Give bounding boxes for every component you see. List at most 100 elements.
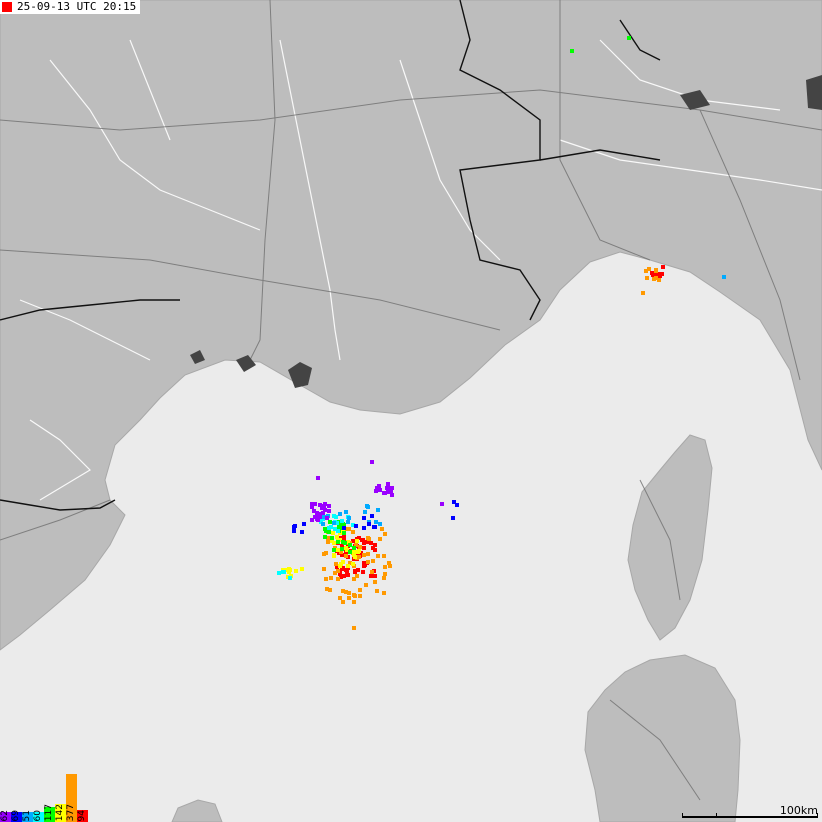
scale-bar-tick-mid [716, 813, 717, 818]
strike-dot [300, 567, 304, 571]
strike-dot [383, 565, 387, 569]
scale-bar: 100km [682, 804, 818, 820]
strike-dot [370, 570, 374, 574]
strike-dot [382, 576, 386, 580]
strike-dot [340, 519, 344, 523]
strike-dot [341, 589, 345, 593]
strike-dot [338, 596, 342, 600]
strike-dot [324, 577, 328, 581]
strike-dot [327, 509, 331, 513]
strike-dot [355, 539, 359, 543]
legend-label: 51 [22, 809, 32, 821]
strike-dot [369, 574, 373, 578]
strike-dot [338, 564, 342, 568]
strike-dot [363, 510, 367, 514]
strike-dot [294, 569, 298, 573]
strike-dot [355, 574, 359, 578]
strike-dot [362, 526, 366, 530]
strike-dot [357, 549, 361, 553]
strike-dot [383, 532, 387, 536]
scale-bar-tick-right [817, 813, 818, 818]
strike-dot [340, 547, 344, 551]
strike-dot [332, 553, 336, 557]
strike-dot [344, 546, 348, 550]
strike-dot [377, 484, 381, 488]
legend-label: 62 [0, 809, 10, 821]
strike-dot [371, 546, 375, 550]
strike-dot [322, 567, 326, 571]
strike-dot [336, 540, 340, 544]
legend-label: 142 [55, 803, 65, 821]
strike-dot [336, 577, 340, 581]
strike-dot [322, 504, 326, 508]
strike-dot [371, 559, 375, 563]
strike-dot [658, 272, 662, 276]
strike-dot [352, 600, 356, 604]
strike-dot [347, 596, 351, 600]
strike-dot [328, 520, 332, 524]
strike-dot [342, 526, 346, 530]
strike-dot [287, 567, 291, 571]
strike-dot [338, 512, 342, 516]
strike-dot [316, 476, 320, 480]
strike-dot [315, 511, 319, 515]
strike-dot [367, 522, 371, 526]
strike-dot [378, 537, 382, 541]
strike-dot [347, 516, 351, 520]
strike-dot [326, 540, 330, 544]
strike-dot [352, 550, 356, 554]
legend-label: 60 [33, 809, 43, 821]
strike-dot [342, 535, 346, 539]
strike-dot [323, 527, 327, 531]
strike-dot [334, 562, 338, 566]
strike-dot [376, 508, 380, 512]
strike-dot [360, 538, 364, 542]
strike-dot [358, 594, 362, 598]
strike-dot [316, 518, 320, 522]
strike-dot [348, 550, 352, 554]
strike-dot [362, 553, 366, 557]
strike-dot [654, 268, 658, 272]
strike-dot [277, 571, 281, 575]
strike-dot [282, 570, 286, 574]
strike-dot [366, 560, 370, 564]
strike-dot [341, 600, 345, 604]
strike-dot [367, 537, 371, 541]
strike-dot [661, 265, 665, 269]
strike-dot [378, 522, 382, 526]
strike-dot [383, 572, 387, 576]
strike-dot [323, 535, 327, 539]
strike-dot [344, 510, 348, 514]
strike-dot [358, 588, 362, 592]
strike-dot [358, 545, 362, 549]
strike-dot [300, 530, 304, 534]
strike-dot [325, 516, 329, 520]
strike-dot [292, 529, 296, 533]
strike-dot [332, 521, 336, 525]
strike-dot [451, 516, 455, 520]
strike-dot [344, 568, 348, 572]
strike-dot [373, 525, 377, 529]
strike-dot [455, 503, 459, 507]
strike-dot [370, 514, 374, 518]
strike-dot [342, 531, 346, 535]
strike-dot [373, 580, 377, 584]
strike-dot [346, 564, 350, 568]
strike-dot [323, 508, 327, 512]
strike-dot [332, 514, 336, 518]
strike-dot [351, 530, 355, 534]
strike-dot [356, 568, 360, 572]
timestamp-marker-icon [2, 2, 12, 12]
strike-dot [650, 271, 654, 275]
strike-dot [387, 561, 391, 565]
timestamp-text: 25-09-13 UTC 20:15 [17, 0, 137, 13]
strike-dot [440, 502, 444, 506]
strike-dot [310, 502, 314, 506]
legend-label: 94 [77, 809, 87, 821]
strike-dot [374, 520, 378, 524]
strike-dot [352, 626, 356, 630]
strike-dot [333, 527, 337, 531]
strike-dot [302, 522, 306, 526]
strike-dot [362, 546, 366, 550]
strike-dot [387, 486, 391, 490]
